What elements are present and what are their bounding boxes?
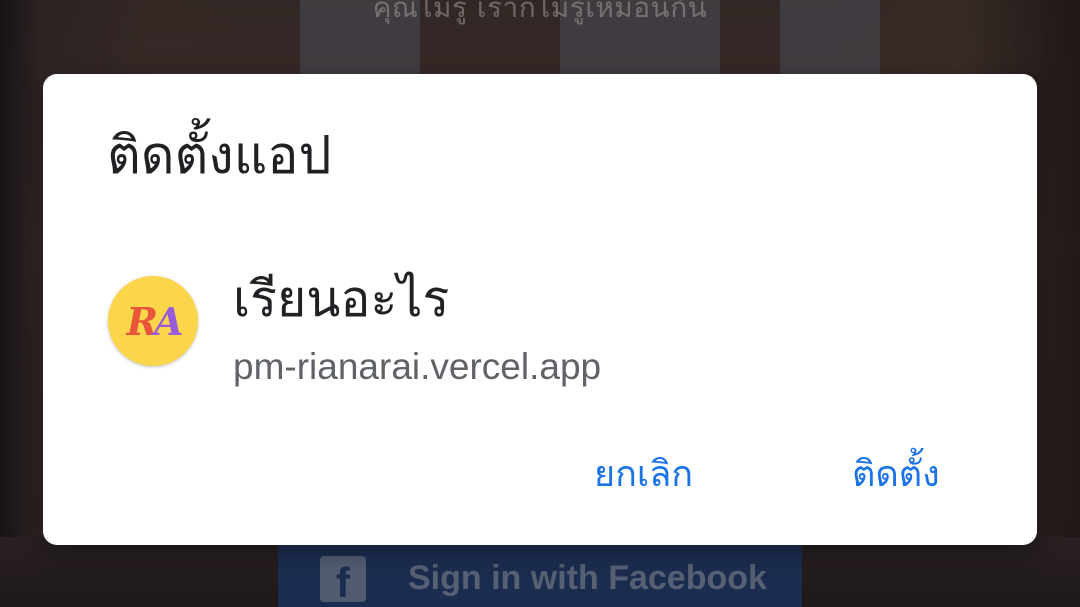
app-logo-text: RA: [126, 298, 184, 344]
install-button[interactable]: ติดตั้ง: [852, 457, 940, 493]
dialog-title: ติดตั้งแอป: [107, 126, 332, 186]
cancel-button[interactable]: ยกเลิก: [594, 457, 693, 493]
app-url: pm-rianarai.vercel.app: [233, 346, 602, 387]
screen: คุณไม่รู้ เราก็ไม่รู้เหมือนกัน f Sign in…: [0, 0, 1080, 607]
app-logo-icon: RA: [108, 276, 198, 366]
app-logo-letter-r: R: [126, 298, 158, 344]
install-app-dialog: ติดตั้งแอป RA เรียนอะไร pm-rianarai.verc…: [43, 74, 1037, 545]
app-logo-letter-a: A: [154, 298, 184, 344]
app-name: เรียนอะไร: [233, 270, 450, 328]
